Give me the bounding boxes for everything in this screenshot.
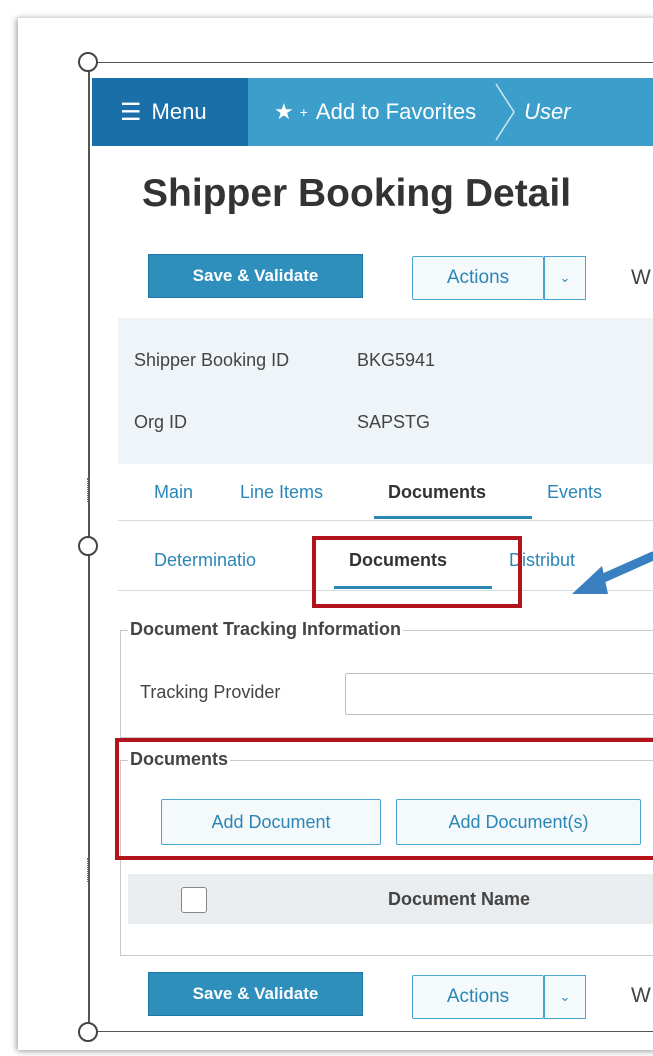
resize-handle-mid-left[interactable] — [78, 536, 98, 556]
left-edge-grip[interactable] — [87, 478, 90, 502]
left-edge-grip[interactable] — [87, 858, 90, 882]
resize-handle-top-left[interactable] — [78, 52, 98, 72]
resize-handle-bottom-left[interactable] — [78, 1022, 98, 1042]
selection-box — [88, 62, 653, 1032]
